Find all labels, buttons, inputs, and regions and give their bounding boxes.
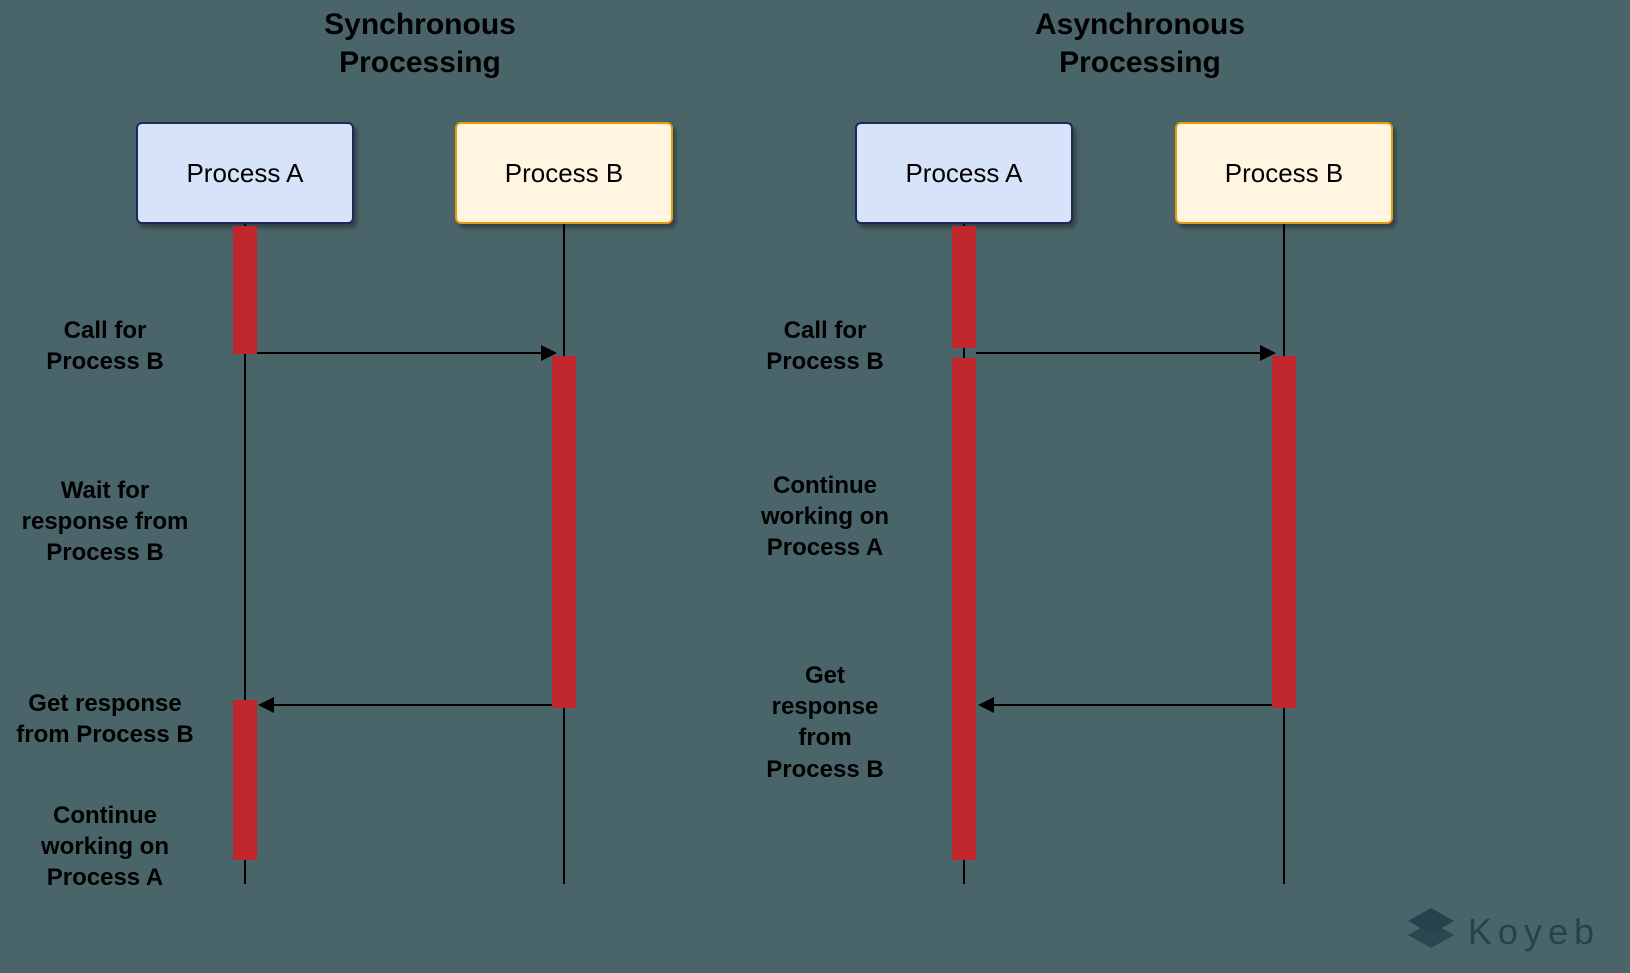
async-label-call: Call forProcess B [710, 315, 940, 377]
sync-label-get: Get responsefrom Process B [0, 688, 220, 750]
async-activity-a-top [952, 226, 976, 348]
async-process-b-label: Process B [1225, 158, 1344, 189]
sync-label-wait: Wait forresponse fromProcess B [0, 475, 220, 569]
sync-process-b-box: Process B [455, 122, 673, 224]
async-label-get: GetresponsefromProcess B [710, 660, 940, 785]
async-title: AsynchronousProcessing [990, 6, 1290, 81]
sync-activity-a2 [233, 700, 257, 860]
async-arrow-response-head [978, 697, 994, 713]
async-process-b-box: Process B [1175, 122, 1393, 224]
async-arrow-call-head [1260, 345, 1276, 361]
async-label-cont: Continueworking onProcess A [710, 470, 940, 564]
sync-process-b-label: Process B [505, 158, 624, 189]
async-activity-b [1272, 356, 1296, 708]
async-activity-a-main [952, 358, 976, 860]
stack-icon [1408, 908, 1454, 955]
sync-process-a-label: Process A [186, 158, 303, 189]
sync-arrow-call-head [541, 345, 557, 361]
sync-arrow-response [270, 704, 552, 706]
brand-name: Koyeb [1468, 911, 1600, 953]
sync-activity-a1 [233, 226, 257, 354]
sync-process-a-box: Process A [136, 122, 354, 224]
async-process-a-label: Process A [905, 158, 1022, 189]
sync-title: SynchronousProcessing [270, 6, 570, 81]
async-arrow-response [990, 704, 1272, 706]
sync-arrow-call [257, 352, 549, 354]
sync-label-call: Call forProcess B [0, 315, 220, 377]
async-process-a-box: Process A [855, 122, 1073, 224]
sync-activity-b [552, 356, 576, 708]
brand-logo: Koyeb [1408, 908, 1600, 955]
sync-arrow-response-head [258, 697, 274, 713]
sync-label-cont: Continueworking onProcess A [0, 800, 220, 894]
async-arrow-call [976, 352, 1268, 354]
